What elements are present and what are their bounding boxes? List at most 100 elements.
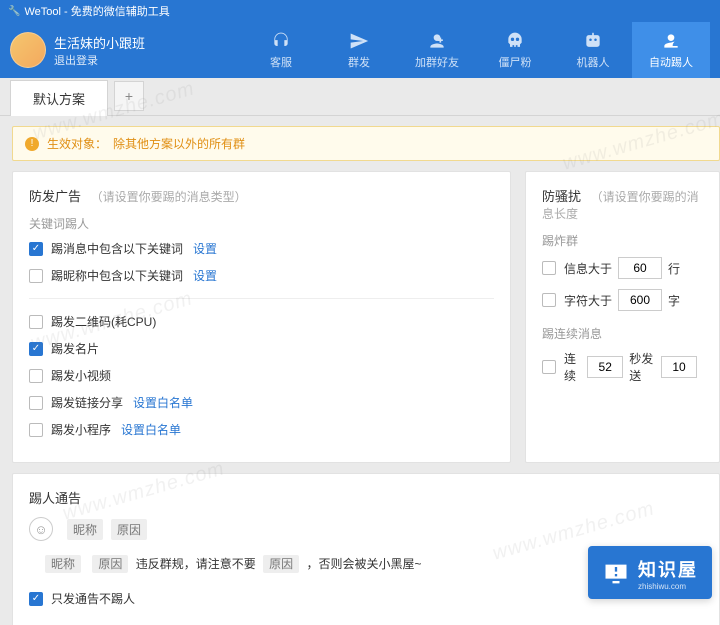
nav-label: 客服 — [270, 54, 292, 70]
avatar[interactable] — [10, 32, 46, 68]
kick-nick-keyword-checkbox[interactable] — [29, 269, 43, 283]
nav-robot[interactable]: 机器人 — [554, 22, 632, 78]
kick-miniprogram-row: 踢发小程序 设置白名单 — [29, 421, 494, 438]
badge-subtitle: zhishiwu.com — [638, 582, 698, 591]
kick-card-label: 踢发名片 — [51, 340, 99, 357]
skull-icon — [505, 31, 525, 51]
user-info: 生活妹的小跟班 退出登录 — [54, 33, 145, 68]
divider — [29, 298, 494, 299]
char-gt-unit: 字 — [668, 292, 680, 309]
kick-video-checkbox[interactable] — [29, 369, 43, 383]
kick-qr-label: 踢发二维码(耗CPU) — [51, 313, 156, 330]
chip-reason-inline2: 原因 — [263, 555, 299, 573]
chip-reason-inline: 原因 — [92, 555, 128, 573]
tab-default-scheme[interactable]: 默认方案 — [10, 80, 108, 116]
wrench-icon: 🔧 — [8, 6, 20, 17]
continuous-row: 连续 秒发送 — [542, 350, 703, 384]
kick-miniprogram-whitelist[interactable]: 设置白名单 — [121, 421, 181, 438]
nav-label: 自动踢人 — [649, 54, 693, 70]
announcement-text-pre: 违反群规，请注意不要 — [136, 557, 256, 571]
notice-text: 除其他方案以外的所有群 — [113, 135, 245, 152]
continuous-seconds-input[interactable] — [587, 356, 623, 378]
kick-msg-keyword-checkbox[interactable] — [29, 242, 43, 256]
scheme-tabs: 默认方案 + — [0, 78, 720, 116]
keyword-kick-subtitle: 关键词踢人 — [29, 215, 494, 232]
info-icon: ! — [25, 137, 39, 151]
kick-nick-keyword-row: 踢昵称中包含以下关键词 设置 — [29, 267, 494, 284]
anti-ad-title: 防发广告 （请设置你要踢的消息类型） — [29, 186, 494, 205]
msg-gt-unit: 行 — [668, 260, 680, 277]
nav-add-friends[interactable]: 加群好友 — [398, 22, 476, 78]
kick-miniprogram-label: 踢发小程序 — [51, 421, 111, 438]
nav-zombie-fans[interactable]: 僵尸粉 — [476, 22, 554, 78]
kick-video-label: 踢发小视频 — [51, 367, 111, 384]
msg-gt-checkbox[interactable] — [542, 261, 556, 275]
notice-label: 生效对象： — [47, 135, 107, 152]
announcement-title: 踢人通告 — [29, 488, 703, 507]
only-notice-label: 只发通告不踢人 — [51, 590, 135, 607]
kick-qr-checkbox[interactable] — [29, 315, 43, 329]
logout-link[interactable]: 退出登录 — [54, 52, 145, 68]
headset-icon — [271, 31, 291, 51]
chip-nickname[interactable]: 昵称 — [67, 519, 103, 540]
window-titlebar: 🔧 WeTool - 免费的微信辅助工具 — [0, 0, 720, 22]
nav-label: 僵尸粉 — [499, 54, 532, 70]
nav-auto-kick[interactable]: 自动踢人 — [632, 22, 710, 78]
kick-video-row: 踢发小视频 — [29, 367, 494, 384]
anti-harass-title: 防骚扰 （请设置你要踢的消息长度 — [542, 186, 703, 222]
char-gt-label: 字符大于 — [564, 292, 612, 309]
anti-harass-panel: 防骚扰 （请设置你要踢的消息长度 踢炸群 信息大于 行 字符大于 字 踢连续消息… — [525, 171, 720, 463]
anti-ad-hint: （请设置你要踢的消息类型） — [91, 190, 247, 204]
emoji-picker-icon[interactable]: ☺ — [29, 517, 53, 541]
nav-mass-send[interactable]: 群发 — [320, 22, 398, 78]
char-gt-input[interactable] — [618, 289, 662, 311]
nav-label: 机器人 — [577, 54, 610, 70]
monitor-icon — [602, 560, 630, 588]
robot-icon — [583, 31, 603, 51]
continuous-label: 连续 — [564, 350, 581, 384]
msg-gt-input[interactable] — [618, 257, 662, 279]
zhishiwu-badge[interactable]: 知识屋 zhishiwu.com — [588, 546, 712, 599]
user-name: 生活妹的小跟班 — [54, 33, 145, 52]
nav-label: 群发 — [348, 54, 370, 70]
announcement-template-row1: ☺ 昵称 原因 — [29, 517, 703, 541]
nav-customer-service[interactable]: 客服 — [242, 22, 320, 78]
top-nav: 客服 群发 加群好友 僵尸粉 机器人 自动踢人 — [242, 22, 710, 78]
kick-bomb-subtitle: 踢炸群 — [542, 232, 703, 249]
kick-link-whitelist[interactable]: 设置白名单 — [133, 394, 193, 411]
kick-link-label: 踢发链接分享 — [51, 394, 123, 411]
announcement-text-post: ，否则会被关小黑屋~ — [306, 557, 421, 571]
only-notice-checkbox[interactable] — [29, 592, 43, 606]
continuous-mid: 秒发送 — [629, 350, 655, 384]
chip-reason[interactable]: 原因 — [111, 519, 147, 540]
kick-nick-keyword-label: 踢昵称中包含以下关键词 — [51, 267, 183, 284]
kick-nick-keyword-setting[interactable]: 设置 — [193, 267, 217, 284]
kick-link-checkbox[interactable] — [29, 396, 43, 410]
chip-nickname-inline: 昵称 — [45, 555, 81, 573]
kick-link-row: 踢发链接分享 设置白名单 — [29, 394, 494, 411]
kick-user-icon — [661, 31, 681, 51]
effective-scope-notice: ! 生效对象： 除其他方案以外的所有群 — [12, 126, 720, 161]
kick-card-row: 踢发名片 — [29, 340, 494, 357]
continuous-count-input[interactable] — [661, 356, 697, 378]
char-gt-checkbox[interactable] — [542, 293, 556, 307]
continuous-checkbox[interactable] — [542, 360, 556, 374]
char-gt-row: 字符大于 字 — [542, 289, 703, 311]
add-user-icon — [427, 31, 447, 51]
kick-card-checkbox[interactable] — [29, 342, 43, 356]
anti-ad-panel: 防发广告 （请设置你要踢的消息类型） 关键词踢人 踢消息中包含以下关键词 设置 … — [12, 171, 511, 463]
msg-gt-row: 信息大于 行 — [542, 257, 703, 279]
kick-qr-row: 踢发二维码(耗CPU) — [29, 313, 494, 330]
app-header: 生活妹的小跟班 退出登录 客服 群发 加群好友 僵尸粉 机器人 自动踢人 — [0, 22, 720, 78]
send-icon — [349, 31, 369, 51]
window-title: WeTool - 免费的微信辅助工具 — [24, 3, 169, 19]
kick-miniprogram-checkbox[interactable] — [29, 423, 43, 437]
msg-gt-label: 信息大于 — [564, 260, 612, 277]
continuous-subtitle: 踢连续消息 — [542, 325, 703, 342]
kick-msg-keyword-label: 踢消息中包含以下关键词 — [51, 240, 183, 257]
badge-title: 知识屋 — [638, 556, 698, 582]
add-scheme-button[interactable]: + — [114, 81, 144, 111]
kick-msg-keyword-setting[interactable]: 设置 — [193, 240, 217, 257]
kick-msg-keyword-row: 踢消息中包含以下关键词 设置 — [29, 240, 494, 257]
nav-label: 加群好友 — [415, 54, 459, 70]
